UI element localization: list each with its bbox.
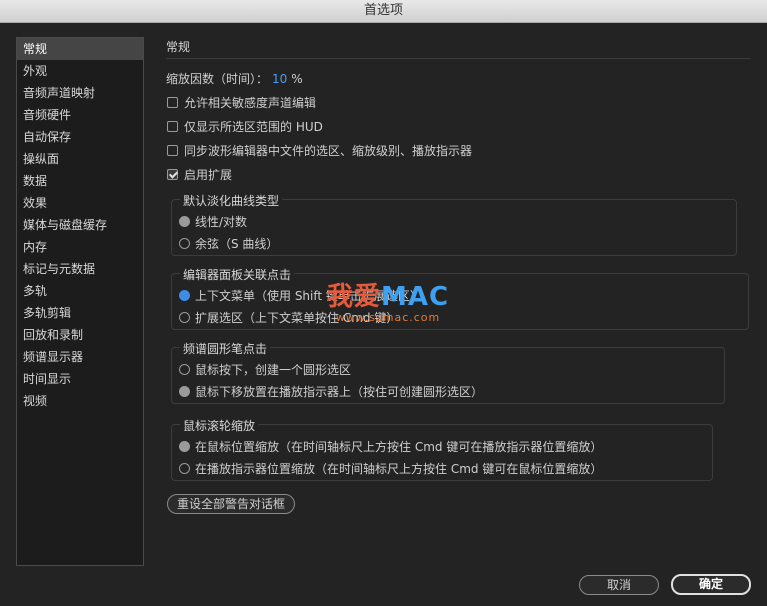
checkbox-row[interactable]: 允许相关敏感度声道编辑 bbox=[167, 94, 316, 111]
sidebar-item-video[interactable]: 视频 bbox=[17, 390, 143, 412]
checkbox-enable-extensions[interactable] bbox=[167, 169, 178, 180]
checkbox-label: 允许相关敏感度声道编辑 bbox=[184, 96, 317, 110]
sidebar-item-audio-channel-mapping[interactable]: 音频声道映射 bbox=[17, 82, 143, 104]
checkbox-label: 仅显示所选区范围的 HUD bbox=[184, 120, 323, 134]
radio-label: 在鼠标位置缩放（在时间轴标尺上方按住 Cmd 键可在播放指示器位置缩放） bbox=[195, 440, 603, 454]
sidebar-item-effects[interactable]: 效果 bbox=[17, 192, 143, 214]
mouse-wheel-zoom-group: 鼠标滚轮缩放 在鼠标位置缩放（在时间轴标尺上方按住 Cmd 键可在播放指示器位置… bbox=[171, 417, 713, 481]
radio-button[interactable] bbox=[179, 386, 190, 397]
sidebar-item-appearance[interactable]: 外观 bbox=[17, 60, 143, 82]
sidebar-item-time-display[interactable]: 时间显示 bbox=[17, 368, 143, 390]
watermark-cn: 我爱 bbox=[326, 282, 381, 312]
window-title: 首选项 bbox=[0, 0, 767, 23]
sidebar-item-general[interactable]: 常规 bbox=[17, 38, 143, 60]
checkbox-label: 启用扩展 bbox=[184, 168, 233, 182]
radio-label: 线性/对数 bbox=[195, 215, 248, 229]
radio-label: 在播放指示器位置缩放（在时间轴标尺上方按住 Cmd 键可在鼠标位置缩放） bbox=[195, 462, 603, 476]
checkbox-hud[interactable] bbox=[167, 121, 178, 132]
sidebar-item-memory[interactable]: 内存 bbox=[17, 236, 143, 258]
radio-option[interactable]: 鼠标按下，创建一个圆形选区 bbox=[179, 361, 351, 378]
zoom-factor-unit: % bbox=[291, 71, 303, 86]
sidebar-item-spectral-display[interactable]: 频谱显示器 bbox=[17, 346, 143, 368]
sidebar-item-control-surface[interactable]: 操纵面 bbox=[17, 148, 143, 170]
ok-button[interactable]: 确定 bbox=[671, 574, 751, 595]
checkbox-row[interactable]: 启用扩展 bbox=[167, 166, 232, 183]
radio-option[interactable]: 在鼠标位置缩放（在时间轴标尺上方按住 Cmd 键可在播放指示器位置缩放） bbox=[179, 438, 602, 455]
group-title: 默认淡化曲线类型 bbox=[180, 192, 283, 209]
radio-button[interactable] bbox=[179, 463, 190, 474]
spectral-pen-group: 频谱圆形笔点击 鼠标按下，创建一个圆形选区 鼠标下移放置在播放指示器上（按住可创… bbox=[171, 340, 725, 404]
sidebar-item-markers-metadata[interactable]: 标记与元数据 bbox=[17, 258, 143, 280]
radio-option[interactable]: 线性/对数 bbox=[179, 213, 247, 230]
group-title: 鼠标滚轮缩放 bbox=[180, 417, 259, 434]
zoom-factor-row: 缩放因数（时间）： 10 % bbox=[166, 70, 303, 87]
radio-button[interactable] bbox=[179, 216, 190, 227]
fade-curve-group: 默认淡化曲线类型 线性/对数 余弦（S 曲线） bbox=[171, 192, 737, 256]
radio-button[interactable] bbox=[179, 364, 190, 375]
sidebar-item-data[interactable]: 数据 bbox=[17, 170, 143, 192]
radio-label: 鼠标按下，创建一个圆形选区 bbox=[195, 363, 352, 377]
watermark-en: MAC bbox=[380, 282, 450, 312]
sidebar-item-media-cache[interactable]: 媒体与磁盘缓存 bbox=[17, 214, 143, 236]
reset-warnings-button[interactable]: 重设全部警告对话框 bbox=[167, 494, 295, 514]
sidebar-item-auto-save[interactable]: 自动保存 bbox=[17, 126, 143, 148]
page-title: 常规 bbox=[166, 40, 191, 54]
radio-button[interactable] bbox=[179, 290, 190, 301]
group-title: 频谱圆形笔点击 bbox=[180, 340, 271, 357]
watermark-logo: 我爱MAC www.szmac.com bbox=[318, 283, 458, 324]
title-divider bbox=[166, 58, 751, 59]
checkbox-row[interactable]: 同步波形编辑器中文件的选区、缩放级别、播放指示器 bbox=[167, 142, 472, 159]
radio-button[interactable] bbox=[179, 312, 190, 323]
zoom-factor-value[interactable]: 10 bbox=[272, 72, 287, 86]
radio-option[interactable]: 在播放指示器位置缩放（在时间轴标尺上方按住 Cmd 键可在鼠标位置缩放） bbox=[179, 460, 602, 477]
checkbox-row[interactable]: 仅显示所选区范围的 HUD bbox=[167, 118, 323, 135]
sidebar-item-multitrack[interactable]: 多轨 bbox=[17, 280, 143, 302]
checkbox-label: 同步波形编辑器中文件的选区、缩放级别、播放指示器 bbox=[184, 144, 473, 158]
radio-label: 余弦（S 曲线） bbox=[195, 237, 279, 251]
cancel-button[interactable]: 取消 bbox=[579, 575, 659, 595]
editor-click-group: 编辑器面板关联点击 上下文菜单（使用 Shift 键单击扩展选区） 扩展选区（上… bbox=[171, 266, 749, 330]
radio-button[interactable] bbox=[179, 238, 190, 249]
watermark-url: www.szmac.com bbox=[335, 311, 441, 324]
group-title: 编辑器面板关联点击 bbox=[180, 266, 295, 283]
sidebar: 常规 外观 音频声道映射 音频硬件 自动保存 操纵面 数据 效果 媒体与磁盘缓存… bbox=[16, 37, 144, 566]
radio-option[interactable]: 余弦（S 曲线） bbox=[179, 235, 278, 252]
sidebar-item-multitrack-clips[interactable]: 多轨剪辑 bbox=[17, 302, 143, 324]
radio-label: 鼠标下移放置在播放指示器上（按住可创建圆形选区） bbox=[195, 385, 484, 399]
checkbox-sync-waveform[interactable] bbox=[167, 145, 178, 156]
zoom-factor-label: 缩放因数（时间）： bbox=[166, 72, 269, 86]
radio-option[interactable]: 鼠标下移放置在播放指示器上（按住可创建圆形选区） bbox=[179, 383, 483, 400]
radio-button[interactable] bbox=[179, 441, 190, 452]
sidebar-item-audio-hardware[interactable]: 音频硬件 bbox=[17, 104, 143, 126]
sidebar-item-playback-recording[interactable]: 回放和录制 bbox=[17, 324, 143, 346]
checkbox-channel-edit[interactable] bbox=[167, 97, 178, 108]
